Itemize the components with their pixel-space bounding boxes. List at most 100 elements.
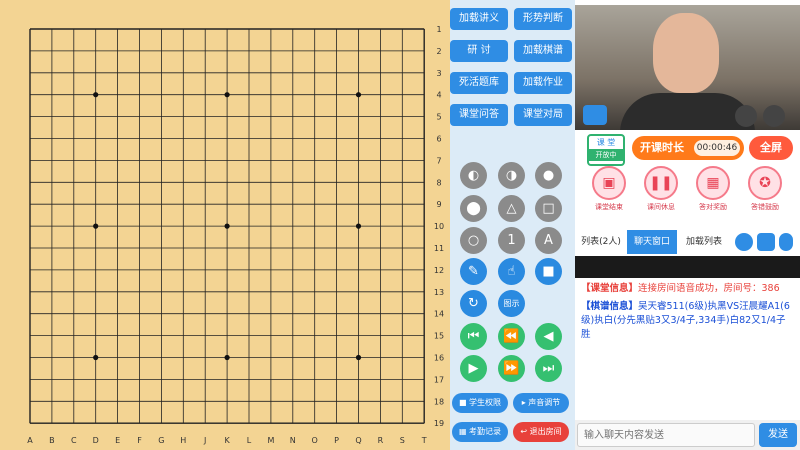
- column-label: F: [137, 436, 142, 445]
- refresh-icon: ↻: [468, 296, 479, 311]
- number-mark-tool[interactable]: 1: [498, 227, 525, 254]
- refresh-tool[interactable]: ↻: [460, 290, 487, 317]
- send-button[interactable]: 发送: [759, 423, 797, 447]
- tab-member-list[interactable]: 列表(2人): [577, 230, 625, 254]
- row-label: 5: [436, 113, 441, 122]
- fullscreen-button[interactable]: 全屏: [749, 136, 793, 160]
- next-move-button[interactable]: ▶: [460, 355, 487, 382]
- class-match-button[interactable]: 课堂对局: [514, 104, 572, 126]
- star-point: [93, 354, 99, 361]
- chat-input[interactable]: [577, 423, 755, 447]
- go-board[interactable]: A 1 B 2 C 3 D 4 E 5 F 6 G 7 H 8 J 9 K 10 L 11 M 12 N 13 O 14 P 15 Q 16 R…: [0, 0, 450, 450]
- duration-label: 开课时长: [640, 141, 684, 154]
- reward-actions: ▣ 课堂结束 ❚❚ 课间休息 ▦ 答对奖励 ✪ 答错鼓励: [575, 166, 800, 226]
- row-label: 18: [434, 397, 444, 406]
- chat-message: 【课堂信息】连接房间语音成功，房间号：386: [581, 282, 794, 296]
- judge-situation-button[interactable]: 形势判断: [514, 8, 572, 30]
- correct-reward-button[interactable]: ▦ 答对奖励: [687, 166, 739, 226]
- alternate-stone-tool[interactable]: ●: [535, 162, 562, 189]
- sound-adjust-label: 声音调节: [528, 398, 561, 407]
- class-break-label: 课间休息: [647, 203, 675, 211]
- microphone-icon[interactable]: [779, 233, 793, 251]
- paint-tool[interactable]: ■: [535, 258, 562, 285]
- column-label: A: [27, 436, 33, 445]
- first-move-button[interactable]: ⏮: [460, 323, 487, 350]
- column-label: B: [49, 436, 55, 445]
- row-label: 4: [436, 91, 441, 100]
- black-stone-tool[interactable]: ◐: [460, 162, 487, 189]
- prev-icon: ◀: [543, 329, 554, 344]
- load-homework-button[interactable]: 加载作业: [514, 72, 572, 94]
- eraser-tool[interactable]: ✎: [460, 258, 487, 285]
- tab-chat[interactable]: 聊天窗口: [627, 230, 677, 254]
- row-label: 17: [434, 375, 444, 384]
- load-lecture-button[interactable]: 加载讲义: [450, 8, 508, 30]
- panel-tabs: 列表(2人) 聊天窗口 加载列表: [575, 230, 800, 254]
- column-label: L: [247, 436, 252, 445]
- wrong-encourage-button[interactable]: ✪ 答错鼓励: [739, 166, 791, 226]
- chat-header-strip: [575, 256, 800, 278]
- rewind-button[interactable]: ⏪: [498, 323, 525, 350]
- column-label: E: [115, 436, 120, 445]
- attendance-button[interactable]: ▦ 考勤记录: [452, 422, 508, 442]
- circle-icon: ⬤: [466, 201, 481, 216]
- number-label: 1: [507, 233, 516, 248]
- pointer-tool[interactable]: ☝: [498, 258, 525, 285]
- chat-message: 【棋谱信息】吴天睿511(6级)执黑VS汪晨耀A1(6级)执白(分先黑贴3又3/…: [581, 300, 794, 342]
- right-panel: 课 堂 开放中 开课时长 00:00:46 全屏 ▣ 课堂结束 ❚❚ 课间休息 ▦ 答…: [575, 0, 800, 450]
- star-point: [355, 223, 362, 229]
- column-label: H: [180, 436, 186, 445]
- exit-icon: ↩: [520, 427, 530, 436]
- stone-icon: ●: [542, 168, 555, 183]
- pause-icon: ❚❚: [644, 166, 678, 200]
- column-label: T: [421, 436, 427, 445]
- class-end-button[interactable]: ▣ 课堂结束: [583, 166, 635, 226]
- camera-switch-icon[interactable]: [583, 105, 607, 125]
- duration-value: 00:00:46: [694, 140, 740, 156]
- row-label: 8: [436, 178, 441, 187]
- fast-forward-icon: ⏩: [503, 361, 520, 376]
- class-tag-bottom: 开放中: [589, 149, 623, 161]
- show-diagram-button[interactable]: 图示: [498, 290, 525, 317]
- monitor-icon: ▣: [592, 166, 626, 200]
- discuss-button[interactable]: 研 讨: [450, 40, 508, 62]
- ring-mark-tool[interactable]: ○: [460, 227, 487, 254]
- row-label: 16: [434, 354, 444, 363]
- correct-reward-label: 答对奖励: [699, 203, 727, 211]
- chat-tag: 【棋谱信息】: [581, 301, 639, 312]
- class-break-button[interactable]: ❚❚ 课间休息: [635, 166, 687, 226]
- teacher-face: [653, 13, 719, 93]
- wrong-encourage-label: 答错鼓励: [751, 203, 779, 211]
- square-mark-tool[interactable]: □: [535, 195, 562, 222]
- chat-text: 连接房间语音成功，房间号：386: [638, 283, 780, 294]
- last-move-button[interactable]: ⏭: [535, 355, 562, 382]
- fast-forward-button[interactable]: ⏩: [498, 355, 525, 382]
- gift-icon: ▦: [696, 166, 730, 200]
- next-icon: ▶: [468, 361, 479, 376]
- letter-mark-tool[interactable]: A: [535, 227, 562, 254]
- row-label: 12: [434, 266, 444, 275]
- calendar-icon: ▦: [458, 427, 470, 436]
- mute-video-icon[interactable]: [763, 105, 785, 127]
- load-record-button[interactable]: 加载棋谱: [514, 40, 572, 62]
- triangle-icon: △: [506, 201, 517, 216]
- row-label: 11: [434, 244, 444, 253]
- white-stone-tool[interactable]: ◑: [498, 162, 525, 189]
- class-qa-button[interactable]: 课堂问答: [450, 104, 508, 126]
- chat-bubble-icon[interactable]: [757, 233, 775, 251]
- circle-mark-tool[interactable]: ⬤: [460, 195, 487, 222]
- prev-move-button[interactable]: ◀: [535, 323, 562, 350]
- row-label: 9: [436, 200, 441, 209]
- life-death-button[interactable]: 死活题库: [450, 72, 508, 94]
- row-label: 2: [436, 47, 441, 56]
- column-label: C: [71, 436, 77, 445]
- camera-toggle-icon[interactable]: [735, 233, 753, 251]
- board-grid[interactable]: A 1 B 2 C 3 D 4 E 5 F 6 G 7 H 8 J 9 K 10 L 11 M 12 N 13 O 14 P 15 Q 16 R…: [0, 0, 450, 450]
- sound-adjust-button[interactable]: ▸ 声音调节: [513, 393, 569, 413]
- tool-panel: 加载讲义 形势判断 研 讨 加载棋谱 死活题库 加载作业 课堂问答 课堂对局 ◐…: [450, 0, 575, 450]
- exit-room-button[interactable]: ↩ 退出房间: [513, 422, 569, 442]
- tab-load-list[interactable]: 加载列表: [679, 230, 729, 254]
- student-permission-button[interactable]: ■ 学生权限: [452, 393, 508, 413]
- snapshot-icon[interactable]: [735, 105, 757, 127]
- triangle-mark-tool[interactable]: △: [498, 195, 525, 222]
